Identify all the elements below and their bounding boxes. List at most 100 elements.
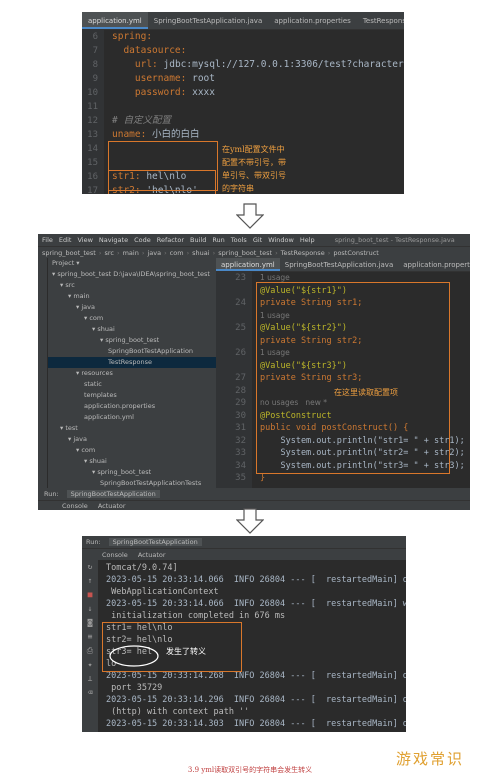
console-tab[interactable]: Console bbox=[102, 551, 128, 559]
line-number: 10 bbox=[87, 88, 98, 98]
tree-item[interactable]: ▾ shuai bbox=[48, 324, 216, 335]
menu-item[interactable]: spring_boot_test - TestResponse.java bbox=[335, 236, 455, 244]
breadcrumb-item[interactable]: TestResponse bbox=[281, 249, 325, 257]
menu-item[interactable]: File bbox=[42, 236, 53, 244]
tab-application-yml[interactable]: application.yml bbox=[82, 12, 148, 29]
camera-icon[interactable]: ◙ bbox=[82, 616, 98, 630]
figure-caption: 3.9 yml读取双引号的字符串会发生转义 bbox=[187, 766, 313, 774]
run-label: Run: bbox=[44, 490, 59, 498]
menu-item[interactable]: Refactor bbox=[157, 236, 184, 244]
tree-item[interactable]: ▾ com bbox=[48, 445, 216, 456]
breadcrumb-item[interactable]: java bbox=[147, 249, 161, 257]
tree-item[interactable]: static bbox=[48, 379, 216, 390]
tab-testresponse[interactable]: TestResponse.java bbox=[357, 12, 404, 29]
tab-application-yml[interactable]: application.yml bbox=[216, 258, 280, 271]
breadcrumb-item[interactable]: spring_boot_test bbox=[218, 249, 272, 257]
tree-item[interactable]: ▾ com bbox=[48, 313, 216, 324]
tree-item[interactable]: ▾ spring_boot_test bbox=[48, 335, 216, 346]
line-number bbox=[216, 360, 252, 373]
tree-item[interactable]: ▾ src bbox=[48, 280, 216, 291]
tree-item[interactable]: SpringBootTestApplication bbox=[48, 346, 216, 357]
breadcrumb-item[interactable]: com bbox=[170, 249, 184, 257]
breadcrumb-item[interactable]: spring_boot_test bbox=[42, 249, 96, 257]
line-number: 24 bbox=[235, 298, 246, 308]
menu-item[interactable]: Build bbox=[190, 236, 206, 244]
menu-item[interactable]: Code bbox=[134, 236, 151, 244]
actuator-tab[interactable]: Actuator bbox=[98, 502, 126, 510]
line-number bbox=[216, 285, 252, 298]
breadcrumb-separator: › bbox=[141, 248, 145, 257]
breadcrumb-separator: › bbox=[98, 248, 102, 257]
tree-item[interactable]: templates bbox=[48, 390, 216, 401]
menu-item[interactable]: Navigate bbox=[99, 236, 128, 244]
menu-item[interactable]: Help bbox=[300, 236, 315, 244]
tab-springboottestapplication[interactable]: SpringBootTestApplication.java bbox=[280, 258, 399, 271]
console-tab[interactable]: Console bbox=[62, 502, 88, 510]
menu-item[interactable]: Git bbox=[253, 236, 262, 244]
line-number: 12 bbox=[87, 116, 98, 126]
down-icon[interactable]: ↓ bbox=[82, 602, 98, 616]
line-number: 8 bbox=[92, 60, 98, 70]
line-number: 34 bbox=[235, 460, 246, 471]
project-tree: Project ▾ ▾ spring_boot_test D:\java\IDEA… bbox=[48, 258, 216, 509]
ide-window: File Edit View Navigate Code Refactor Build Run… bbox=[38, 234, 470, 510]
wrap-icon[interactable]: ≡ bbox=[82, 630, 98, 644]
tab-application-properties[interactable]: application.properties bbox=[398, 258, 470, 271]
settings-icon[interactable]: ✦ bbox=[82, 658, 98, 672]
yaml-value: xxxx bbox=[192, 87, 215, 98]
tab-springboottestapplication[interactable]: SpringBootTestApplication.java bbox=[148, 12, 269, 29]
breadcrumb-item[interactable]: src bbox=[104, 249, 114, 257]
tree-item[interactable]: ▾ java bbox=[48, 434, 216, 445]
breadcrumb-separator: › bbox=[164, 248, 167, 257]
rerun-icon[interactable]: ↻ bbox=[82, 560, 98, 574]
menu-item[interactable]: Edit bbox=[59, 236, 72, 244]
breadcrumb: spring_boot_test › src › main › java › com › shuai… bbox=[38, 246, 470, 258]
breadcrumb-separator: › bbox=[116, 248, 120, 257]
run-config-tab[interactable]: SpringBootTestApplication bbox=[66, 490, 160, 498]
tree-item[interactable]: application.yml bbox=[48, 412, 216, 423]
tree-item[interactable]: ▾ spring_boot_test D:\java\IDEA\spring_b… bbox=[48, 269, 216, 280]
actuator-tab[interactable]: Actuator bbox=[138, 551, 166, 559]
breadcrumb-item[interactable]: postConstruct bbox=[333, 249, 379, 257]
run-console: Run: SpringBootTestApplication Console A… bbox=[82, 536, 406, 732]
run-config-tab[interactable]: SpringBootTestApplication bbox=[108, 538, 202, 546]
tree-item[interactable]: ▾ shuai bbox=[48, 456, 216, 467]
tree-item[interactable]: ▾ spring_boot_test bbox=[48, 467, 216, 478]
menu-item[interactable]: Tools bbox=[231, 236, 247, 244]
line-number: 29 bbox=[235, 398, 246, 408]
side-tool-strip bbox=[38, 258, 48, 488]
log-line: 2023-05-15 20:33:14.303 INFO 26804 --- [… bbox=[106, 719, 406, 729]
up-icon[interactable]: ↑ bbox=[82, 574, 98, 588]
console-line: 2023-05-15 20:33:14.303 INFO 26804 --- [… bbox=[106, 718, 406, 730]
tree-item[interactable]: TestResponse bbox=[48, 357, 216, 368]
console-line: (http) with context path '' bbox=[106, 707, 250, 717]
print-icon[interactable]: ⎙ bbox=[82, 644, 98, 658]
log-line: 2023-05-15 20:33:14.296 INFO 26804 --- [… bbox=[106, 695, 406, 705]
breadcrumb-item[interactable]: main bbox=[123, 249, 139, 257]
tree-item[interactable]: ▾ main bbox=[48, 291, 216, 302]
menu-item[interactable]: Window bbox=[268, 236, 294, 244]
tree-item[interactable]: ▾ java bbox=[48, 302, 216, 313]
code-line: password: xxxx bbox=[112, 86, 404, 100]
code-line: datasource: bbox=[112, 44, 404, 58]
trash-icon[interactable]: ⌫ bbox=[82, 686, 98, 700]
yaml-key: datasource: bbox=[123, 45, 187, 56]
line-number: 17 bbox=[87, 186, 98, 194]
line-number: 32 bbox=[235, 435, 246, 446]
tab-application-properties[interactable]: application.properties bbox=[268, 12, 357, 29]
down-arrow-icon bbox=[236, 203, 264, 229]
line-number: 28 bbox=[235, 385, 246, 396]
menu-item[interactable]: Run bbox=[212, 236, 224, 244]
tree-item[interactable]: Project ▾ bbox=[48, 258, 216, 269]
console-line: port 35729 bbox=[106, 683, 163, 693]
breadcrumb-item[interactable]: shuai bbox=[192, 249, 209, 257]
pin-icon[interactable]: ⊥ bbox=[82, 672, 98, 686]
stop-icon[interactable]: ■ bbox=[82, 588, 98, 602]
tree-item[interactable]: ▾ resources bbox=[48, 368, 216, 379]
line-number: 7 bbox=[92, 46, 98, 56]
menu-item[interactable]: View bbox=[77, 236, 92, 244]
tree-item[interactable]: ▾ test bbox=[48, 423, 216, 434]
usage-hint: 1 usage bbox=[260, 273, 290, 282]
tree-item[interactable]: application.properties bbox=[48, 401, 216, 412]
